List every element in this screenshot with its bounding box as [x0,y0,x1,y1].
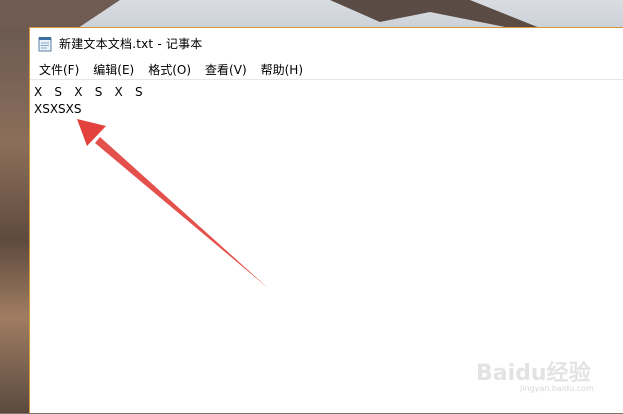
menu-edit[interactable]: 编辑(E) [87,59,140,80]
menu-view[interactable]: 查看(V) [199,59,253,80]
baidu-watermark: Baidu经验 [476,361,591,386]
window-title: 新建文本文档.txt - 记事本 [59,37,203,51]
editor-line-1: X S X S X S [34,85,147,99]
menu-bar: 文件(F) 编辑(E) 格式(O) 查看(V) 帮助(H) [30,59,623,80]
menu-format[interactable]: 格式(O) [142,59,197,80]
title-bar[interactable]: 新建文本文档.txt - 记事本 [30,28,623,59]
baidu-watermark-url: jingyan.baidu.com [520,384,594,393]
notepad-icon [38,36,52,52]
editor-line-2: XSXSXS [34,102,82,116]
menu-file[interactable]: 文件(F) [33,59,85,80]
menu-help[interactable]: 帮助(H) [255,59,309,80]
